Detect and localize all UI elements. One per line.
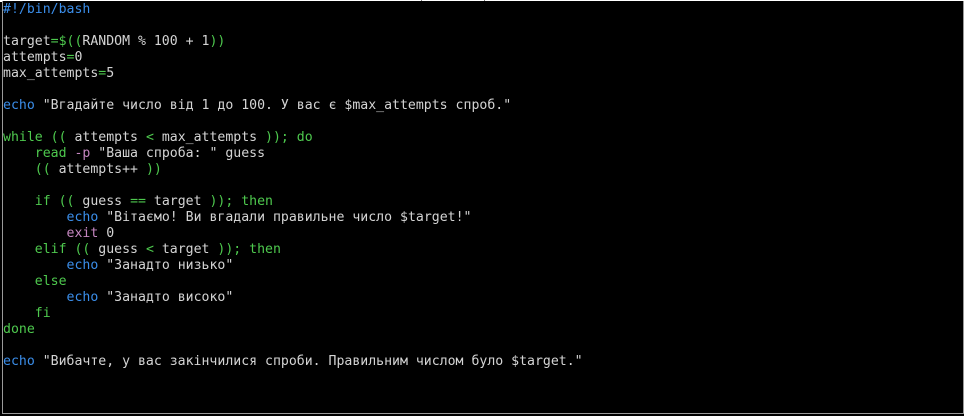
- code-token-op: ==: [122, 194, 154, 209]
- code-token-num: 0: [98, 226, 115, 241]
- code-token-plain: guess: [82, 194, 123, 209]
- code-token-keyword: )); then: [201, 194, 273, 209]
- code-token-var: target: [3, 34, 51, 49]
- code-editor[interactable]: #!/bin/bash target=$((RANDOM % 100 + 1))…: [2, 1, 964, 414]
- code-token-keyword: )); then: [209, 242, 281, 257]
- code-line: done: [3, 322, 583, 338]
- code-line: echo "Вибачте, у вас закінчилися спроби.…: [3, 354, 583, 370]
- code-line: echo "Вітаємо! Ви вгадали правильне числ…: [3, 210, 583, 226]
- code-token-plain: attempts++: [58, 162, 138, 177]
- code-token-op: )): [209, 34, 226, 49]
- code-token-expr: RANDOM % 100 + 1: [82, 34, 210, 49]
- code-token-keyword: if: [34, 194, 51, 209]
- code-token-num: 0: [74, 50, 83, 65]
- code-token-op: )): [138, 162, 162, 177]
- code-line: while (( attempts < max_attempts )); do: [3, 130, 583, 146]
- code-token-string: "Вибачте, у вас закінчилися спроби. Прав…: [34, 354, 583, 369]
- code-token-plain: target: [161, 242, 210, 257]
- code-token-string: "Вгадайте число від 1 до 100. У вас є $m…: [34, 98, 512, 113]
- code-token-builtin: echo: [3, 354, 35, 369]
- code-token-keyword: fi: [34, 306, 51, 321]
- code-token-string: "Занадто низько": [98, 258, 234, 273]
- code-token-builtin: echo: [66, 210, 99, 225]
- code-line: echo "Вгадайте число від 1 до 100. У вас…: [3, 98, 583, 114]
- code-token-string: "Вітаємо! Ви вгадали правильне число $ta…: [98, 210, 472, 225]
- code-token-op: <: [138, 130, 162, 145]
- code-line: #!/bin/bash: [3, 2, 583, 18]
- code-line: if (( guess == target )); then: [3, 194, 583, 210]
- code-token-string: "Ваша спроба: " guess: [90, 146, 266, 161]
- code-token-keyword: while: [3, 130, 43, 145]
- code-token-flag: -p: [66, 146, 91, 161]
- code-token-op: ((: [66, 242, 99, 257]
- code-token-keyword: )); do: [257, 130, 313, 145]
- code-token-op: ((: [34, 162, 59, 177]
- code-token-num: 5: [106, 66, 115, 81]
- code-line: exit 0: [3, 226, 583, 242]
- code-token-op: =$((: [50, 34, 83, 49]
- code-token-plain: target: [153, 194, 202, 209]
- code-area[interactable]: #!/bin/bash target=$((RANDOM % 100 + 1))…: [3, 2, 583, 370]
- code-token-var: max_attempts: [3, 66, 99, 81]
- code-token-keyword: read: [34, 146, 67, 161]
- code-token-builtin: echo: [66, 258, 99, 273]
- code-token-plain: attempts: [74, 130, 138, 145]
- code-line: else: [3, 274, 583, 290]
- code-line: read -p "Ваша спроба: " guess: [3, 146, 583, 162]
- code-line: target=$((RANDOM % 100 + 1)): [3, 34, 583, 50]
- code-token-op: ((: [50, 194, 83, 209]
- code-token-builtin: echo: [3, 98, 35, 113]
- code-line: fi: [3, 306, 583, 322]
- code-line: echo "Занадто низько": [3, 258, 583, 274]
- code-line: attempts=0: [3, 50, 583, 66]
- code-token-exit: exit: [66, 226, 99, 241]
- code-token-op: <: [138, 242, 162, 257]
- code-token-plain: guess: [98, 242, 138, 257]
- code-token-comment: #!/bin/bash: [3, 2, 91, 17]
- code-token-op: ((: [42, 130, 75, 145]
- code-line: elif (( guess < target )); then: [3, 242, 583, 258]
- code-token-plain: max_attempts: [161, 130, 258, 145]
- code-line: max_attempts=5: [3, 66, 583, 82]
- code-token-keyword: elif: [34, 242, 67, 257]
- code-line: (( attempts++ )): [3, 162, 583, 178]
- code-token-var: attempts: [3, 50, 67, 65]
- code-token-keyword: done: [3, 322, 35, 337]
- code-token-builtin: echo: [66, 290, 99, 305]
- code-token-string: "Занадто високо": [98, 290, 234, 305]
- code-line: echo "Занадто високо": [3, 290, 583, 306]
- code-token-keyword: else: [34, 274, 67, 289]
